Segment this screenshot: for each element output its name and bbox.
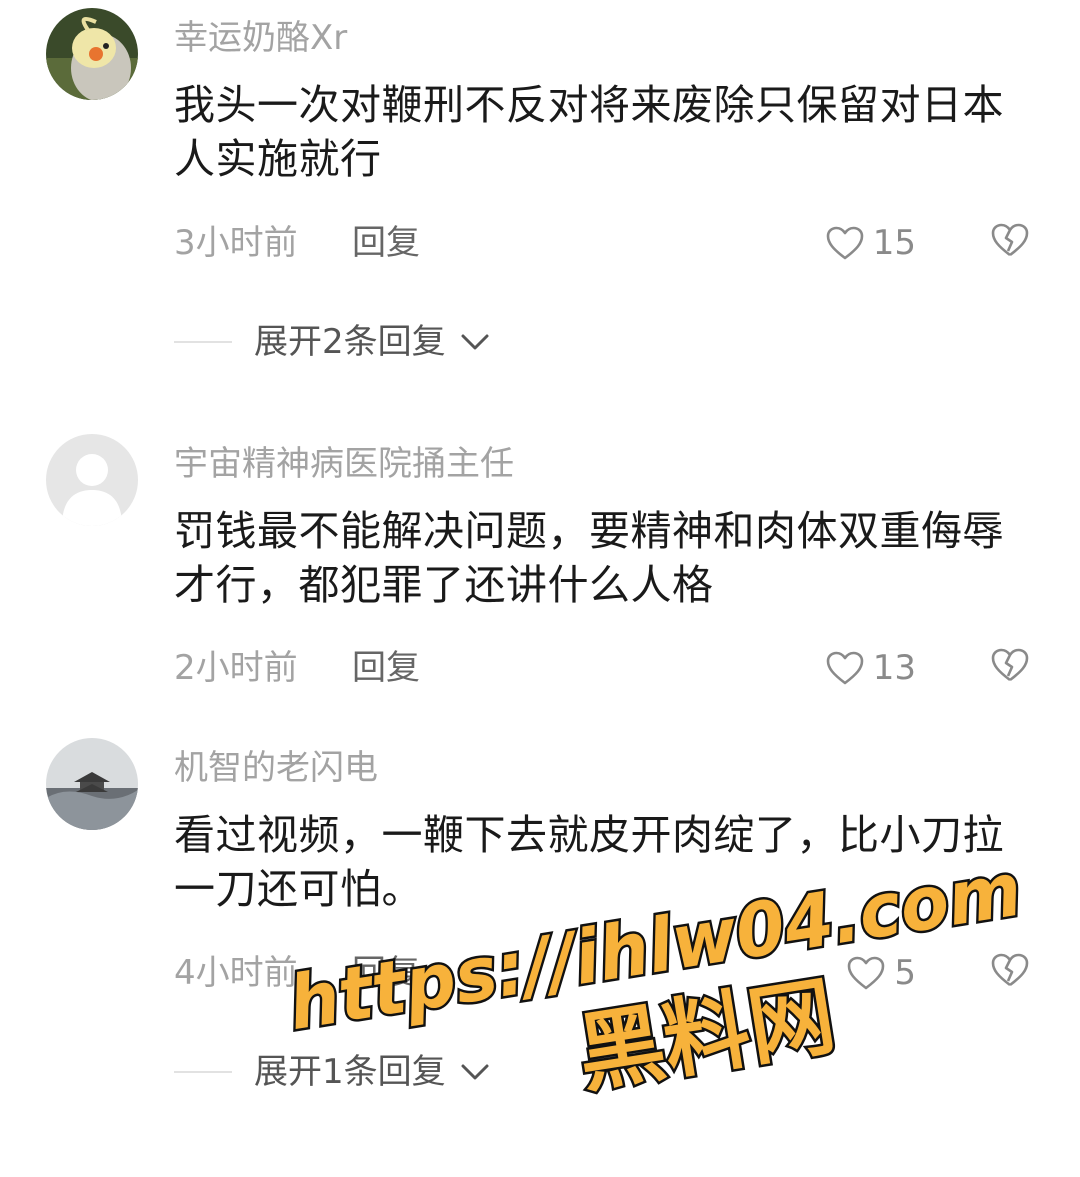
broken-heart-icon[interactable] bbox=[990, 646, 1030, 684]
expand-replies-label: 展开2条回复 bbox=[254, 322, 446, 362]
like-count: 5 bbox=[894, 953, 916, 993]
comment-text: 我头一次对鞭刑不反对将来废除只保留对日本人实施就行 bbox=[174, 81, 1004, 183]
expand-replies-button[interactable]: 展开2条回复 bbox=[174, 320, 490, 364]
heart-icon bbox=[848, 956, 885, 990]
username[interactable]: 宇宙精神病医院捅主任 bbox=[174, 444, 514, 484]
reply-button[interactable]: 回复 bbox=[352, 648, 420, 688]
like-count: 13 bbox=[872, 648, 916, 688]
timestamp: 2小时前 bbox=[174, 648, 298, 688]
expand-replies-label: 展开1条回复 bbox=[254, 1052, 446, 1092]
like-button[interactable]: 5 bbox=[846, 953, 916, 993]
heart-icon bbox=[826, 226, 864, 260]
comment-text: 看过视频，一鞭下去就皮开肉绽了，比小刀拉一刀还可怕。 bbox=[174, 811, 1004, 913]
reply-button[interactable]: 回复 bbox=[352, 953, 420, 993]
avatar[interactable] bbox=[46, 738, 138, 830]
expand-replies-button[interactable]: 展开1条回复 bbox=[174, 1050, 490, 1094]
avatar[interactable] bbox=[46, 8, 138, 100]
like-button[interactable]: 13 bbox=[825, 648, 916, 688]
divider-line bbox=[174, 341, 232, 343]
username[interactable]: 机智的老闪电 bbox=[174, 748, 378, 788]
heart-icon bbox=[826, 651, 864, 685]
timestamp: 4小时前 bbox=[174, 953, 298, 993]
username[interactable]: 幸运奶酪Xr bbox=[174, 18, 347, 58]
divider-line bbox=[174, 1071, 232, 1073]
chevron-down-icon bbox=[461, 334, 489, 350]
timestamp: 3小时前 bbox=[174, 223, 298, 263]
chevron-down-icon bbox=[461, 1064, 489, 1080]
broken-heart-icon[interactable] bbox=[990, 951, 1030, 989]
like-button[interactable]: 15 bbox=[825, 223, 916, 263]
like-count: 15 bbox=[872, 223, 916, 263]
broken-heart-icon[interactable] bbox=[990, 221, 1030, 259]
reply-button[interactable]: 回复 bbox=[352, 223, 420, 263]
comment-text: 罚钱最不能解决问题，要精神和肉体双重侮辱才行，都犯罪了还讲什么人格 bbox=[174, 507, 1004, 609]
avatar[interactable] bbox=[46, 434, 138, 526]
watermark-name: 黑料网 bbox=[571, 966, 841, 1105]
